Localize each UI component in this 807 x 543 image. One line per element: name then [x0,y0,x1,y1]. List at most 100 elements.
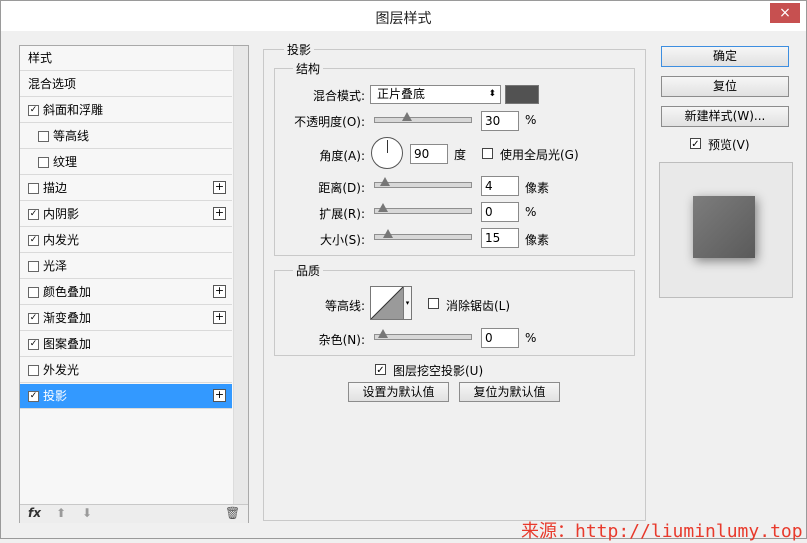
style-list-checkbox[interactable] [38,157,49,168]
noise-slider-thumb[interactable] [378,329,388,338]
style-list-label: 内发光 [43,233,80,247]
spread-slider[interactable] [374,203,472,214]
title-bar: 图层样式 × [1,1,806,31]
style-preview [659,162,793,298]
size-slider-thumb[interactable] [382,229,393,238]
blend-mode-value: 正片叠底 [377,87,426,101]
style-list-label: 投影 [43,389,68,403]
ok-button[interactable]: 确定 [661,46,789,67]
style-list-checkbox[interactable] [38,131,49,142]
style-list-label: 纹理 [53,155,78,169]
move-up-icon[interactable]: ⬆ [56,506,66,520]
style-list-item[interactable]: ✓ 投影 + [20,384,232,409]
reset-default-button[interactable]: 复位为默认值 [459,382,560,402]
preview-thumbnail [693,196,755,258]
style-list-item[interactable]: 外发光 [20,358,232,383]
style-list-label: 渐变叠加 [43,311,92,325]
knockout-checkbox[interactable]: ✓ [375,364,386,376]
angle-input[interactable]: 90 [410,144,448,164]
style-list-checkbox[interactable] [28,261,39,272]
opacity-input[interactable]: 30 [481,111,519,131]
structure-title: 结构 [293,60,324,77]
angle-dial[interactable] [371,137,403,169]
style-list-label: 描边 [43,181,68,195]
style-list-label: 光泽 [43,259,68,273]
noise-unit: % [525,331,537,345]
spread-input[interactable]: 0 [481,202,519,222]
watermark: 来源：http://liuminlumy.top [521,521,803,542]
blend-mode-select[interactable]: 正片叠底 ⬍ [370,85,501,104]
style-list-checkbox[interactable]: ✓ [28,339,39,350]
antialias-checkbox[interactable] [428,298,439,309]
style-list-item[interactable]: 样式 [20,46,232,71]
global-light-checkbox[interactable] [482,148,493,159]
contour-label: 等高线: [324,299,365,313]
style-list-item[interactable]: ✓ 渐变叠加 + [20,306,232,331]
antialias-label: 消除锯齿(L) [446,299,511,313]
style-list-label: 混合选项 [28,77,77,91]
noise-input[interactable]: 0 [481,328,519,348]
style-list-item[interactable]: 等高线 [20,124,232,149]
distance-input[interactable]: 4 [481,176,519,196]
style-list-item[interactable]: ✓ 斜面和浮雕 [20,98,232,123]
reset-button[interactable]: 复位 [661,76,789,97]
drop-shadow-title: 投影 [284,41,315,58]
opacity-label: 不透明度(O): [294,115,365,129]
style-list-item[interactable]: 纹理 [20,150,232,175]
close-icon[interactable]: × [770,3,800,23]
new-style-button[interactable]: 新建样式(W)... [661,106,789,127]
add-effect-icon[interactable]: + [213,181,226,194]
noise-slider[interactable] [374,329,472,340]
angle-unit: 度 [454,148,467,162]
style-list-item[interactable]: ✓ 内阴影 + [20,202,232,227]
style-list-label: 等高线 [53,129,90,143]
spread-slider-thumb[interactable] [378,203,388,212]
add-effect-icon[interactable]: + [213,311,226,324]
shadow-color-swatch[interactable] [505,85,539,104]
list-footer: fx ⬆ ⬇ 🗑 [20,504,248,523]
style-list-item[interactable]: 颜色叠加 + [20,280,232,305]
style-list-checkbox[interactable] [28,183,39,194]
style-list-checkbox[interactable]: ✓ [28,209,39,220]
size-slider[interactable] [374,229,472,240]
set-default-button[interactable]: 设置为默认值 [348,382,449,402]
style-list-item[interactable]: 描边 + [20,176,232,201]
trash-icon[interactable]: 🗑 [225,506,240,520]
style-list-label: 外发光 [43,363,80,377]
blend-mode-label: 混合模式: [312,89,365,103]
opacity-unit: % [525,113,537,127]
style-list-checkbox[interactable] [28,365,39,376]
add-effect-icon[interactable]: + [213,389,226,402]
style-list-item[interactable]: ✓ 图案叠加 [20,332,232,357]
fx-icon[interactable]: fx [28,506,41,520]
contour-preview[interactable] [370,286,404,320]
style-list-item[interactable]: ✓ 内发光 [20,228,232,253]
style-list-checkbox[interactable]: ✓ [28,313,39,324]
style-list-item[interactable]: 光泽 [20,254,232,279]
contour-dropdown-icon[interactable]: ▾ [404,286,412,320]
preview-checkbox[interactable]: ✓ [690,138,701,150]
size-input[interactable]: 15 [481,228,519,248]
style-list-label: 斜面和浮雕 [43,103,104,117]
move-down-icon[interactable]: ⬇ [82,506,92,520]
list-scrollbar[interactable] [233,46,248,504]
style-list-checkbox[interactable]: ✓ [28,235,39,246]
spread-unit: % [525,205,537,219]
style-list-checkbox[interactable]: ✓ [28,391,39,402]
style-list-label: 图案叠加 [43,337,92,351]
dialog-title: 图层样式 [375,11,432,27]
style-list-checkbox[interactable]: ✓ [28,105,39,116]
opacity-slider[interactable] [374,112,472,123]
size-unit: 像素 [525,233,550,247]
distance-slider-thumb[interactable] [379,177,390,186]
add-effect-icon[interactable]: + [213,207,226,220]
distance-label: 距离(D): [318,181,365,195]
style-list-checkbox[interactable] [28,287,39,298]
dropdown-arrow-icon: ⬍ [488,89,496,99]
distance-slider[interactable] [374,177,472,188]
global-light-label: 使用全局光(G) [500,148,579,162]
style-list-item[interactable]: 混合选项 [20,72,232,97]
add-effect-icon[interactable]: + [213,285,226,298]
knockout-label: 图层挖空投影(U) [393,364,484,378]
opacity-slider-thumb[interactable] [402,112,412,121]
